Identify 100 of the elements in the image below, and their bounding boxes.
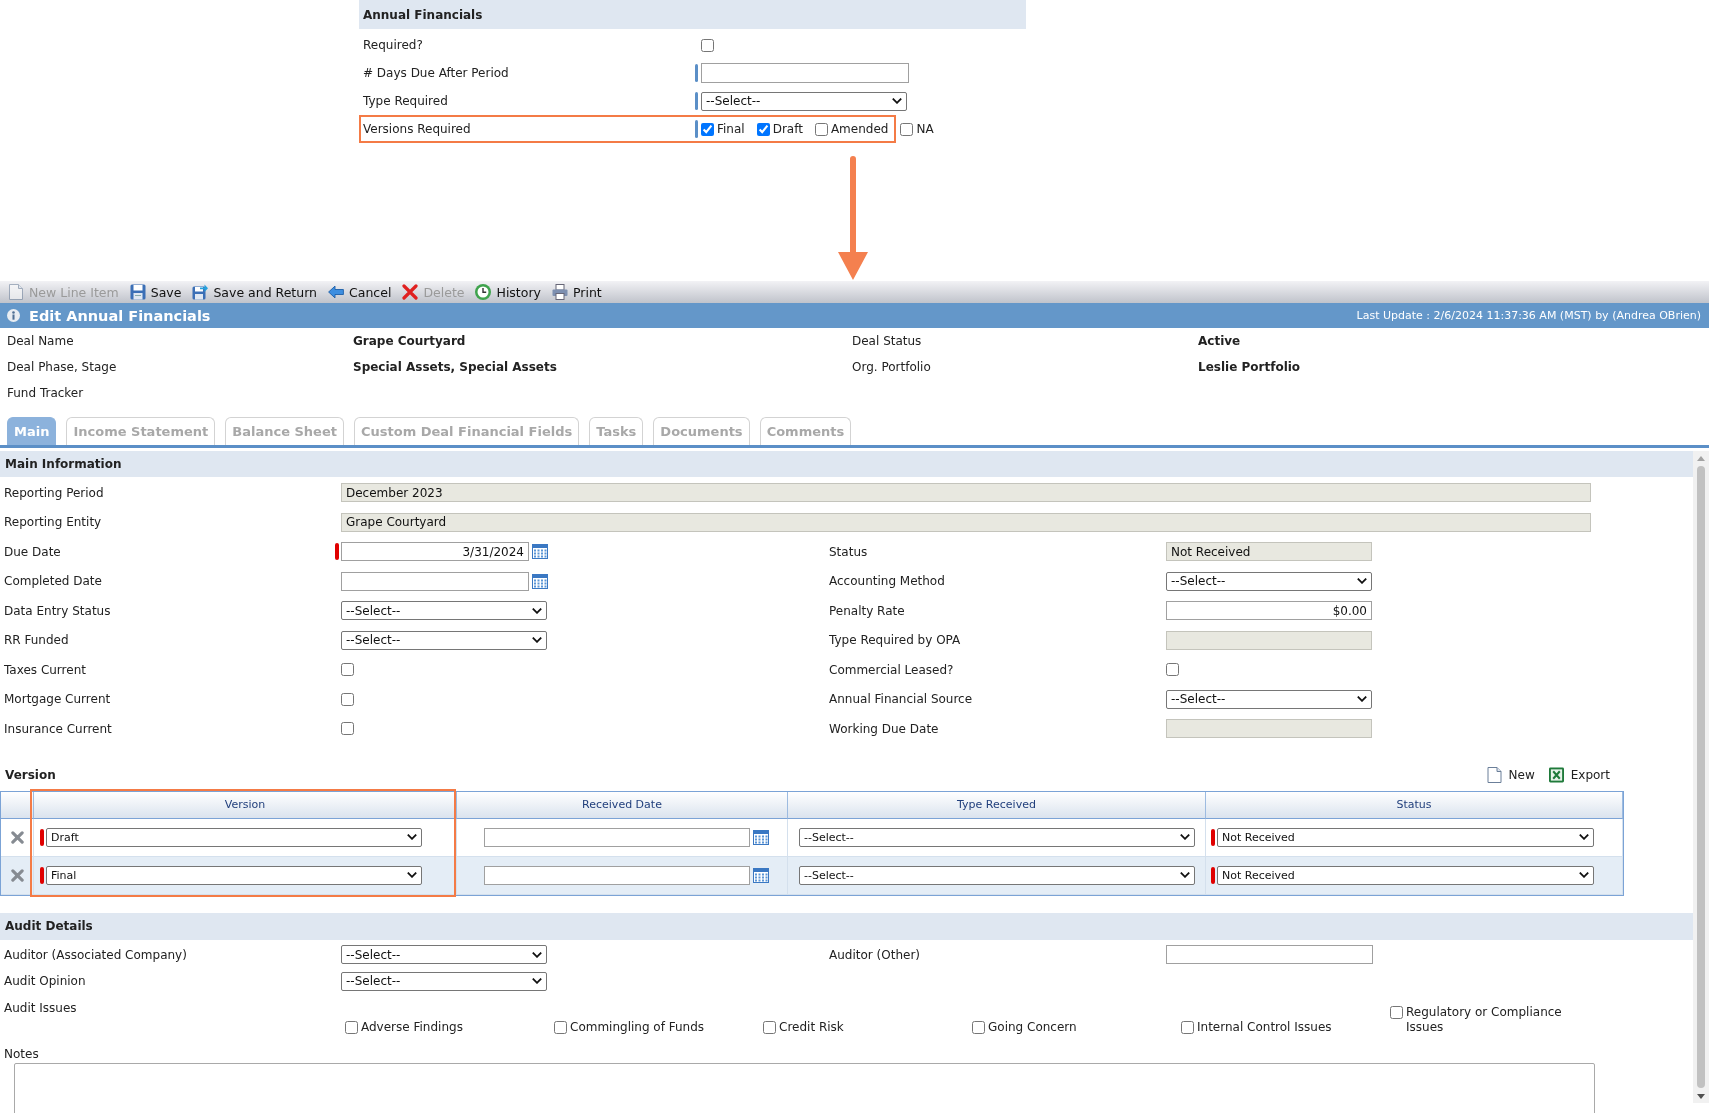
cancel-button[interactable]: Cancel [325, 282, 395, 302]
vertical-scrollbar[interactable] [1693, 451, 1709, 1103]
field-label: Taxes Current [4, 662, 86, 677]
column-header: Status [1396, 798, 1432, 811]
chevron-down-icon [532, 951, 542, 958]
select-dropdown[interactable]: --Select-- [341, 630, 547, 650]
save-button[interactable]: Save [126, 282, 185, 302]
field-label: Insurance Current [4, 721, 112, 736]
checkbox[interactable] [1181, 1020, 1194, 1034]
field-label: Accounting Method [829, 574, 945, 589]
cross-icon [402, 284, 419, 300]
field-label: Type Required by OPA [829, 633, 961, 648]
select-dropdown[interactable]: --Select-- [341, 601, 547, 621]
column-header: Received Date [582, 798, 662, 811]
field-label: Auditor (Associated Company) [4, 947, 187, 962]
checkbox[interactable] [814, 122, 828, 136]
chevron-down-icon [1579, 834, 1589, 840]
column-header: Type Received [957, 798, 1036, 811]
spreadsheet-icon [1548, 766, 1564, 783]
history-button[interactable]: History [472, 282, 544, 302]
last-update-text: Last Update : 2/6/2024 11:37:36 AM (MST) by (Andrea OBrien) [1356, 309, 1701, 322]
checkbox-label: Credit Risk [779, 1019, 844, 1035]
checkbox-label: Regulatory or Compliance Issues [1406, 1004, 1563, 1035]
checkbox-label: Internal Control Issues [1197, 1019, 1332, 1035]
checkbox[interactable] [972, 1020, 985, 1034]
field-label: Penalty Rate [829, 603, 905, 618]
select-dropdown[interactable]: --Select-- [799, 865, 1195, 885]
field-label: Required? [363, 38, 423, 52]
readonly-field: December 2023 [341, 483, 1591, 503]
page-title: Edit Annual Financials [29, 307, 211, 324]
field-label: Audit Opinion [4, 974, 86, 989]
cross-icon[interactable] [10, 830, 24, 844]
checkbox[interactable] [900, 122, 914, 136]
calendar-icon[interactable] [532, 573, 548, 589]
text-field[interactable] [701, 63, 909, 83]
field-label: Reporting Period [4, 485, 104, 500]
chevron-down-icon [1579, 872, 1589, 878]
checkbox-label: Commingling of Funds [570, 1019, 705, 1035]
date-field[interactable]: 3/31/2024 [341, 542, 529, 562]
date-field[interactable] [484, 827, 750, 847]
chevron-down-icon [892, 98, 902, 104]
checkbox-label: Final [717, 122, 745, 136]
column-header: Version [224, 798, 266, 811]
select-dropdown[interactable]: --Select-- [341, 971, 547, 991]
cross-icon[interactable] [10, 868, 24, 882]
select-dropdown[interactable]: --Select-- [701, 91, 907, 111]
field-label: Due Date [4, 544, 61, 559]
select-dropdown[interactable]: --Select-- [1166, 689, 1372, 709]
select-dropdown[interactable]: --Select-- [341, 945, 547, 965]
field-value: Active [1198, 334, 1241, 348]
checkbox[interactable] [701, 122, 714, 136]
chevron-down-icon [532, 978, 542, 985]
select-dropdown[interactable]: --Select-- [799, 827, 1195, 847]
checkbox-label: NA [916, 122, 934, 136]
select-dropdown[interactable]: Final [46, 865, 422, 885]
checkbox[interactable] [1390, 1005, 1403, 1019]
field-label: Data Entry Status [4, 603, 111, 618]
chevron-down-icon [1357, 578, 1367, 585]
select-dropdown[interactable]: Not Received [1217, 865, 1594, 885]
checkbox[interactable] [341, 722, 354, 736]
field-label: Annual Financial Source [829, 692, 973, 707]
field-label: Commercial Leased? [829, 662, 954, 677]
readonly-field: Grape Courtyard [341, 512, 1591, 532]
field-value: Grape Courtyard [353, 334, 466, 348]
checkbox-label: Adverse Findings [361, 1019, 463, 1035]
calendar-icon[interactable] [753, 867, 769, 883]
field-label: Reporting Entity [4, 515, 102, 530]
checkbox[interactable] [1166, 663, 1179, 677]
chevron-down-icon [1180, 834, 1190, 840]
chevron-down-icon [532, 607, 542, 614]
checkbox[interactable] [763, 1020, 776, 1034]
currency-field[interactable]: $0.00 [1166, 601, 1372, 621]
section-title: Audit Details [5, 919, 93, 933]
select-dropdown[interactable]: Draft [46, 827, 422, 847]
checkbox[interactable] [701, 38, 714, 52]
clock-icon [475, 284, 492, 300]
checkbox[interactable] [345, 1020, 358, 1034]
calendar-icon[interactable] [532, 544, 548, 560]
info-icon [7, 309, 20, 322]
caret-down-icon[interactable] [1697, 1094, 1705, 1099]
save-and-return-button[interactable]: Save and Return [189, 282, 321, 302]
print-button[interactable]: Print [548, 282, 605, 302]
checkbox[interactable] [756, 122, 770, 136]
select-dropdown[interactable]: Not Received [1217, 827, 1594, 847]
field-label: Versions Required [363, 122, 471, 136]
date-field[interactable] [484, 865, 750, 885]
checkbox[interactable] [554, 1020, 567, 1034]
new-button[interactable]: New [1486, 766, 1535, 783]
checkbox-label: Amended [830, 122, 889, 136]
calendar-icon[interactable] [753, 829, 769, 845]
checkbox[interactable] [341, 663, 354, 677]
readonly-field: Not Received [1166, 542, 1372, 562]
scrollbar-thumb[interactable] [1697, 466, 1705, 1088]
field-label: Deal Name [7, 334, 74, 348]
field-label: Type Required [363, 94, 448, 108]
text-field[interactable] [1166, 945, 1373, 965]
select-dropdown[interactable]: --Select-- [1166, 571, 1372, 591]
checkbox[interactable] [341, 692, 354, 706]
date-field[interactable] [341, 571, 529, 591]
export-button[interactable]: Export [1548, 766, 1610, 783]
